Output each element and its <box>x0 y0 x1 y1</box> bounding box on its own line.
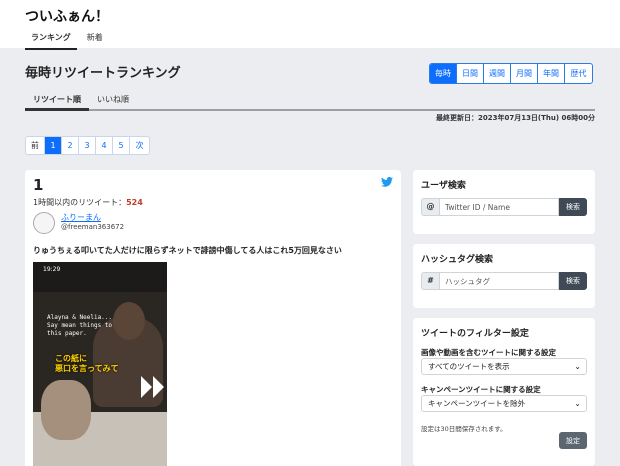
media-filter-value: すべてのツイートを表示 <box>428 362 510 371</box>
page-3[interactable]: 3 <box>79 137 96 154</box>
chevron-down-icon: ⌄ <box>574 399 581 408</box>
avatar[interactable] <box>33 212 55 234</box>
page-prev[interactable]: 前 <box>26 137 45 154</box>
tweet-video[interactable]: 19:29 Alayna & Neelia... Say mean things… <box>33 262 167 466</box>
hashtag-search-button[interactable]: 検索 <box>559 272 587 290</box>
tab-retweet-order[interactable]: リツイート順 <box>25 92 89 111</box>
user-search-title: ユーザ検索 <box>421 181 466 191</box>
user-search-group: @ 検索 <box>421 198 587 216</box>
page-next[interactable]: 次 <box>130 137 149 154</box>
retweet-count: 524 <box>126 198 143 207</box>
at-sign-icon: @ <box>421 198 439 216</box>
video-frame-child <box>41 380 91 440</box>
hashtag-search-card: ハッシュタグ検索 # 検索 <box>413 244 595 308</box>
filter-note: 設定は30日間保存されます。 <box>421 425 507 433</box>
twitter-bird-icon[interactable] <box>381 177 393 187</box>
user-search-input[interactable] <box>439 198 559 216</box>
tweet-text: りゅうちぇる叩いてた人だけに限らずネットで誹謗中傷してる人はこれ5万回見なさい <box>33 246 342 255</box>
nav-item-new[interactable]: 新着 <box>81 30 109 50</box>
media-filter-label: 画像や動画を含むツイートに関する設定 <box>421 348 556 357</box>
main-nav: ランキング 新着 <box>25 30 113 50</box>
retweet-count-label: 1時間以内のリツイート： <box>33 198 127 207</box>
play-icon[interactable] <box>141 376 165 398</box>
page-4[interactable]: 4 <box>96 137 113 154</box>
hashtag-search-input[interactable] <box>439 272 559 290</box>
campaign-filter-label: キャンペーンツイートに関する設定 <box>421 385 541 394</box>
video-timestamp: 19:29 <box>43 266 61 273</box>
period-monthly[interactable]: 月間 <box>511 64 538 83</box>
page-2[interactable]: 2 <box>62 137 79 154</box>
period-all-time[interactable]: 歴代 <box>565 64 592 83</box>
app-title[interactable]: ついふぁん！ <box>25 6 109 26</box>
user-name-link[interactable]: ふりーまん <box>61 212 101 223</box>
page-title: 毎時リツイートランキング <box>25 66 181 81</box>
user-search-button[interactable]: 検索 <box>559 198 587 216</box>
video-frame-head <box>113 302 145 340</box>
video-caption-ja: この紙に 悪口を言ってみて <box>55 354 119 373</box>
user-search-card: ユーザ検索 @ 検索 <box>413 170 595 234</box>
last-updated: 最終更新日：2023年07月13日(Thu) 06時00分 <box>435 114 595 122</box>
hashtag-search-title: ハッシュタグ検索 <box>421 255 494 265</box>
rank-number: 1 <box>33 176 44 194</box>
period-hourly[interactable]: 毎時 <box>430 64 457 83</box>
video-caption-en: Alayna & Neelia... Say mean things to th… <box>47 314 113 337</box>
nav-item-ranking[interactable]: ランキング <box>25 30 77 50</box>
sort-tabs: リツイート順 いいね順 <box>25 92 595 111</box>
pagination: 前 1 2 3 4 5 次 <box>25 136 150 155</box>
campaign-filter-value: キャンペーンツイートを除外 <box>428 399 526 408</box>
user-handle: @freeman363672 <box>61 223 125 231</box>
page-1[interactable]: 1 <box>45 137 62 154</box>
top-bar: ついふぁん！ ランキング 新着 <box>0 0 620 50</box>
period-daily[interactable]: 日間 <box>457 64 484 83</box>
page-5[interactable]: 5 <box>113 137 130 154</box>
filter-title: ツイートのフィルター設定 <box>421 329 529 339</box>
hashtag-search-group: # 検索 <box>421 272 587 290</box>
campaign-filter-select[interactable]: キャンペーンツイートを除外 ⌄ <box>421 395 587 412</box>
period-weekly[interactable]: 週間 <box>484 64 511 83</box>
filter-card: ツイートのフィルター設定 画像や動画を含むツイートに関する設定 すべてのツイート… <box>413 318 595 466</box>
save-settings-button[interactable]: 設定 <box>559 432 587 449</box>
hash-icon: # <box>421 272 439 290</box>
tweet-card: 1 1時間以内のリツイート：524 ふりーまん @freeman363672 り… <box>25 170 401 466</box>
period-selector: 毎時 日間 週間 月間 年間 歴代 <box>429 63 593 84</box>
period-yearly[interactable]: 年間 <box>538 64 565 83</box>
media-filter-select[interactable]: すべてのツイートを表示 ⌄ <box>421 358 587 375</box>
tab-like-order[interactable]: いいね順 <box>89 92 137 111</box>
retweet-count-line: 1時間以内のリツイート：524 <box>33 197 143 208</box>
chevron-down-icon: ⌄ <box>574 362 581 371</box>
